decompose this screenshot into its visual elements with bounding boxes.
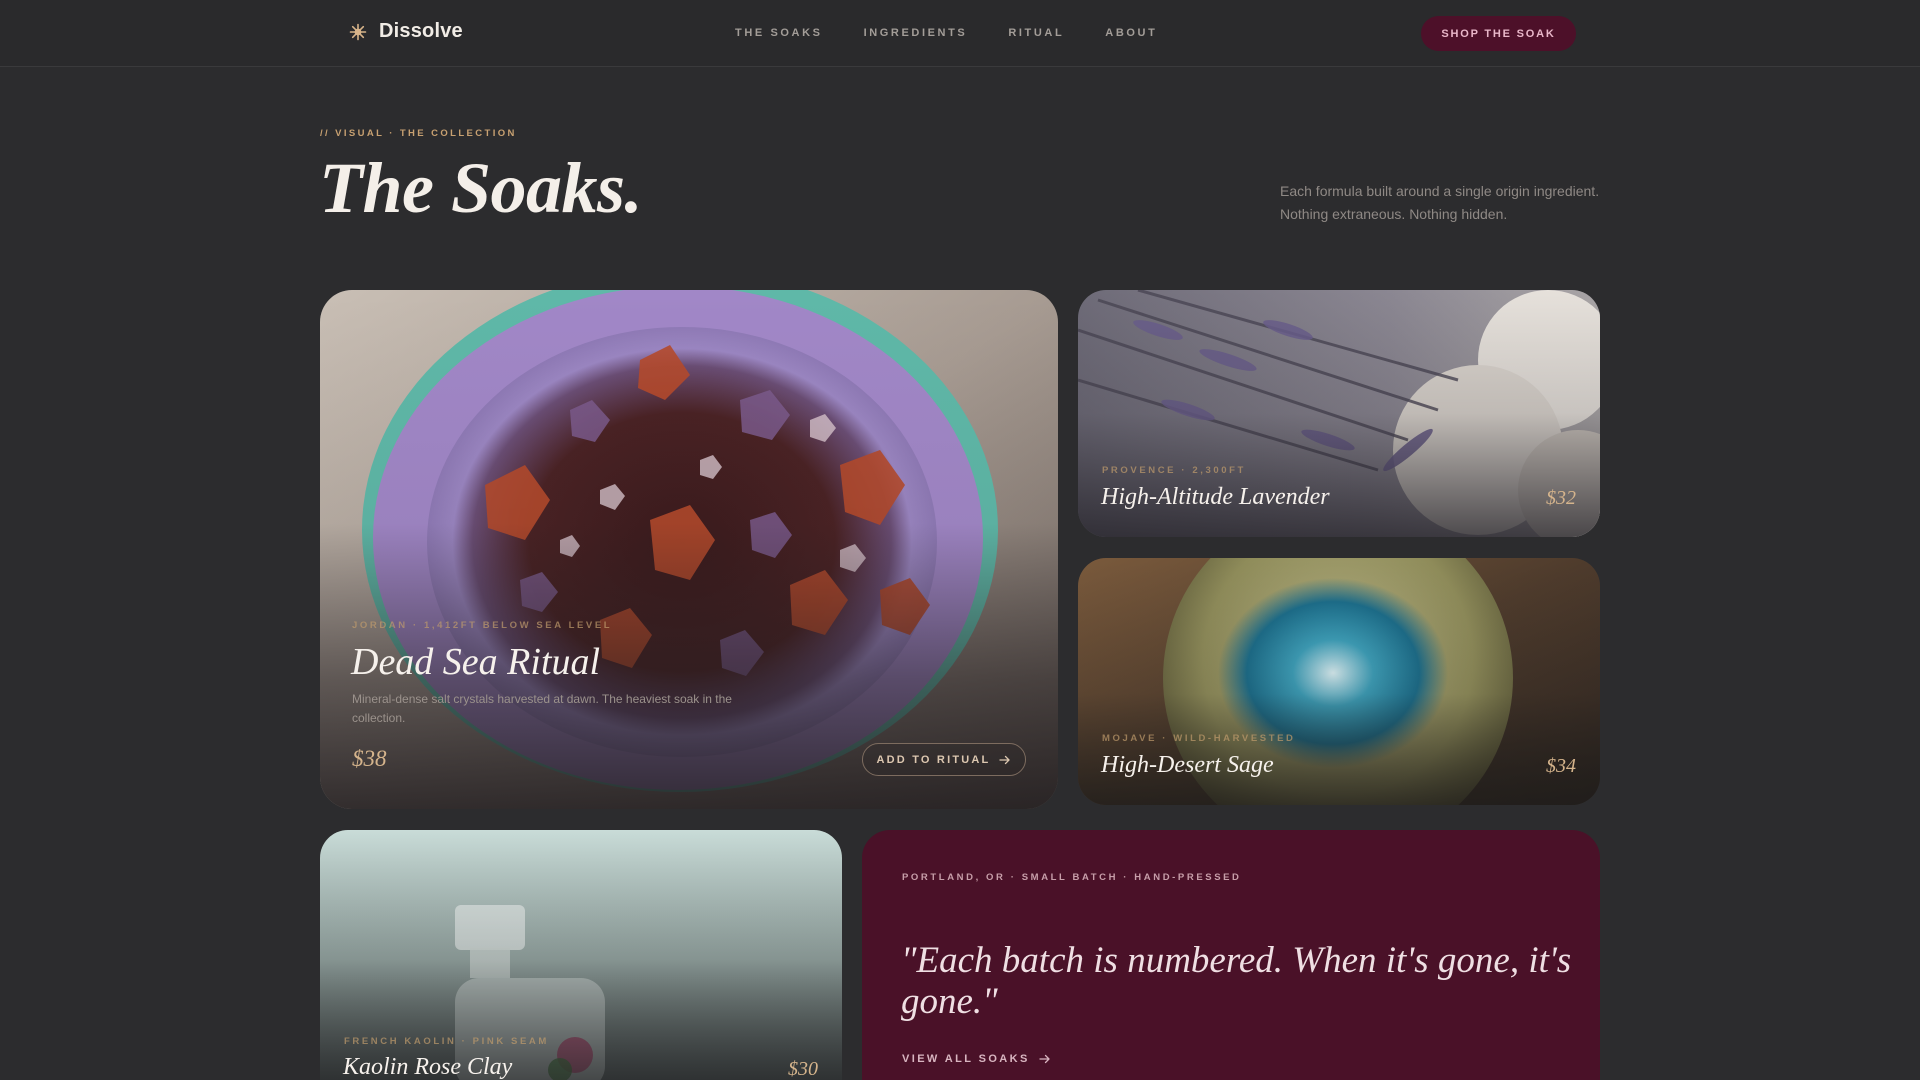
top-nav: Dissolve THE SOAKS INGREDIENTS RITUAL AB… [0,0,1920,67]
sage-price: $34 [1546,755,1576,777]
dead-sea-price: $38 [352,746,387,771]
section-intro: Each formula built around a single origi… [1280,180,1610,226]
sage-name: High-Desert Sage [1101,752,1274,778]
product-card-dead-sea[interactable]: JORDAN · 1,412FT BELOW SEA LEVEL Dead Se… [320,290,1058,809]
view-all-soaks-link[interactable]: VIEW ALL SOAKS [902,1053,1051,1065]
nav-link-about[interactable]: ABOUT [1105,27,1157,39]
brand-quote: "Each batch is numbered. When it's gone,… [901,940,1572,1022]
dead-sea-description: Mineral-dense salt crystals harvested at… [352,692,732,725]
intro-line-2: Nothing extraneous. Nothing hidden. [1280,206,1508,222]
product-card-kaolin[interactable]: FRENCH KAOLIN · PINK SEAM Kaolin Rose Cl… [320,830,842,1080]
nav-links: THE SOAKS INGREDIENTS RITUAL ABOUT [735,27,1157,39]
add-to-ritual-button[interactable]: ADD TO RITUAL [862,743,1026,776]
arrow-right-icon [1039,1054,1050,1064]
view-all-soaks-label: VIEW ALL SOAKS [902,1053,1030,1065]
kaolin-price: $30 [788,1058,818,1080]
dead-sea-name: Dead Sea Ritual [351,641,601,683]
section-eyebrow: // VISUAL · THE COLLECTION [320,128,517,139]
nav-link-ingredients[interactable]: INGREDIENTS [864,27,968,39]
lavender-price: $32 [1546,487,1576,509]
page-title: The Soaks. [319,148,643,228]
kaolin-origin: FRENCH KAOLIN · PINK SEAM [344,1036,549,1047]
kaolin-name: Kaolin Rose Clay [343,1054,513,1080]
brand-quote-card: PORTLAND, OR · SMALL BATCH · HAND-PRESSE… [862,830,1600,1080]
lavender-origin: PROVENCE · 2,300FT [1102,465,1246,476]
brand-name: Dissolve [379,20,463,42]
product-card-sage[interactable]: MOJAVE · WILD-HARVESTED High-Desert Sage… [1078,558,1600,805]
intro-line-1: Each formula built around a single origi… [1280,183,1600,199]
nav-link-ritual[interactable]: RITUAL [1008,27,1064,39]
quote-origin: PORTLAND, OR · SMALL BATCH · HAND-PRESSE… [902,872,1242,883]
nav-link-the-soaks[interactable]: THE SOAKS [735,27,823,39]
brand-logo[interactable]: Dissolve [349,20,463,43]
dead-sea-product-image [320,290,1058,809]
lavender-name: High-Altitude Lavender [1101,484,1330,510]
shop-the-soak-button[interactable]: SHOP THE SOAK [1421,16,1576,51]
add-to-ritual-label: ADD TO RITUAL [876,753,991,766]
dead-sea-origin: JORDAN · 1,412FT BELOW SEA LEVEL [352,620,613,631]
arrow-right-icon [999,755,1011,764]
product-card-lavender[interactable]: PROVENCE · 2,300FT High-Altitude Lavende… [1078,290,1600,537]
sun-icon [349,23,367,40]
sage-origin: MOJAVE · WILD-HARVESTED [1102,733,1296,744]
